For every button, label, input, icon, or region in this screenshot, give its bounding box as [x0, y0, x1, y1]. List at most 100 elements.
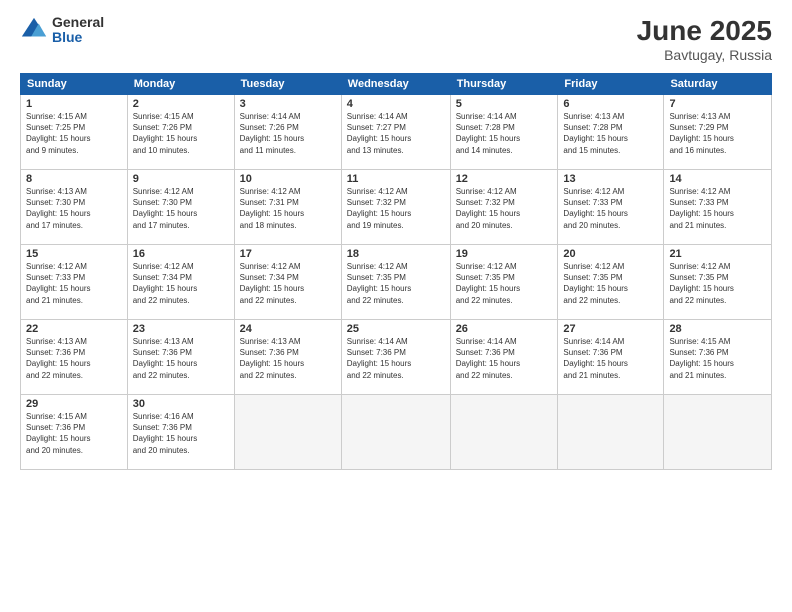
day-number: 11	[347, 173, 445, 185]
calendar-week-row: 22Sunrise: 4:13 AM Sunset: 7:36 PM Dayli…	[21, 320, 772, 395]
day-number: 12	[456, 173, 553, 185]
page: General Blue June 2025 Bavtugay, Russia …	[0, 0, 792, 612]
day-info: Sunrise: 4:14 AM Sunset: 7:36 PM Dayligh…	[456, 336, 553, 381]
day-info: Sunrise: 4:12 AM Sunset: 7:35 PM Dayligh…	[669, 261, 766, 306]
table-row: 17Sunrise: 4:12 AM Sunset: 7:34 PM Dayli…	[234, 245, 341, 320]
day-info: Sunrise: 4:13 AM Sunset: 7:30 PM Dayligh…	[26, 186, 122, 231]
day-number: 5	[456, 98, 553, 110]
day-number: 9	[133, 173, 229, 185]
table-row: 30Sunrise: 4:16 AM Sunset: 7:36 PM Dayli…	[127, 395, 234, 470]
logo-blue: Blue	[52, 30, 104, 45]
header-tuesday: Tuesday	[234, 74, 341, 95]
day-info: Sunrise: 4:14 AM Sunset: 7:36 PM Dayligh…	[563, 336, 658, 381]
table-row: 28Sunrise: 4:15 AM Sunset: 7:36 PM Dayli…	[664, 320, 772, 395]
table-row: 13Sunrise: 4:12 AM Sunset: 7:33 PM Dayli…	[558, 170, 664, 245]
day-number: 7	[669, 98, 766, 110]
table-row: 8Sunrise: 4:13 AM Sunset: 7:30 PM Daylig…	[21, 170, 128, 245]
day-info: Sunrise: 4:14 AM Sunset: 7:26 PM Dayligh…	[240, 111, 336, 156]
day-number: 22	[26, 323, 122, 335]
day-info: Sunrise: 4:15 AM Sunset: 7:25 PM Dayligh…	[26, 111, 122, 156]
calendar-week-row: 8Sunrise: 4:13 AM Sunset: 7:30 PM Daylig…	[21, 170, 772, 245]
logo-text: General Blue	[52, 15, 104, 46]
day-info: Sunrise: 4:12 AM Sunset: 7:31 PM Dayligh…	[240, 186, 336, 231]
table-row: 9Sunrise: 4:12 AM Sunset: 7:30 PM Daylig…	[127, 170, 234, 245]
day-info: Sunrise: 4:12 AM Sunset: 7:33 PM Dayligh…	[563, 186, 658, 231]
table-row: 11Sunrise: 4:12 AM Sunset: 7:32 PM Dayli…	[341, 170, 450, 245]
day-info: Sunrise: 4:14 AM Sunset: 7:28 PM Dayligh…	[456, 111, 553, 156]
table-row: 23Sunrise: 4:13 AM Sunset: 7:36 PM Dayli…	[127, 320, 234, 395]
day-number: 28	[669, 323, 766, 335]
calendar-week-row: 29Sunrise: 4:15 AM Sunset: 7:36 PM Dayli…	[21, 395, 772, 470]
day-info: Sunrise: 4:13 AM Sunset: 7:36 PM Dayligh…	[133, 336, 229, 381]
table-row: 21Sunrise: 4:12 AM Sunset: 7:35 PM Dayli…	[664, 245, 772, 320]
header-sunday: Sunday	[21, 74, 128, 95]
table-row	[664, 395, 772, 470]
logo: General Blue	[20, 15, 104, 46]
day-info: Sunrise: 4:16 AM Sunset: 7:36 PM Dayligh…	[133, 411, 229, 456]
table-row: 1Sunrise: 4:15 AM Sunset: 7:25 PM Daylig…	[21, 95, 128, 170]
day-number: 15	[26, 248, 122, 260]
day-number: 29	[26, 398, 122, 410]
logo-icon	[20, 16, 48, 44]
table-row: 6Sunrise: 4:13 AM Sunset: 7:28 PM Daylig…	[558, 95, 664, 170]
calendar-header-row: Sunday Monday Tuesday Wednesday Thursday…	[21, 74, 772, 95]
day-info: Sunrise: 4:15 AM Sunset: 7:36 PM Dayligh…	[26, 411, 122, 456]
table-row	[234, 395, 341, 470]
title-month: June 2025	[637, 15, 772, 47]
day-info: Sunrise: 4:12 AM Sunset: 7:32 PM Dayligh…	[347, 186, 445, 231]
title-block: June 2025 Bavtugay, Russia	[637, 15, 772, 63]
day-number: 30	[133, 398, 229, 410]
day-info: Sunrise: 4:13 AM Sunset: 7:28 PM Dayligh…	[563, 111, 658, 156]
table-row	[558, 395, 664, 470]
table-row: 10Sunrise: 4:12 AM Sunset: 7:31 PM Dayli…	[234, 170, 341, 245]
header-friday: Friday	[558, 74, 664, 95]
table-row: 20Sunrise: 4:12 AM Sunset: 7:35 PM Dayli…	[558, 245, 664, 320]
title-location: Bavtugay, Russia	[637, 47, 772, 63]
header-monday: Monday	[127, 74, 234, 95]
table-row: 18Sunrise: 4:12 AM Sunset: 7:35 PM Dayli…	[341, 245, 450, 320]
table-row: 29Sunrise: 4:15 AM Sunset: 7:36 PM Dayli…	[21, 395, 128, 470]
day-number: 8	[26, 173, 122, 185]
day-info: Sunrise: 4:13 AM Sunset: 7:36 PM Dayligh…	[26, 336, 122, 381]
calendar-table: Sunday Monday Tuesday Wednesday Thursday…	[20, 73, 772, 470]
day-info: Sunrise: 4:12 AM Sunset: 7:34 PM Dayligh…	[240, 261, 336, 306]
day-number: 6	[563, 98, 658, 110]
table-row: 22Sunrise: 4:13 AM Sunset: 7:36 PM Dayli…	[21, 320, 128, 395]
table-row: 25Sunrise: 4:14 AM Sunset: 7:36 PM Dayli…	[341, 320, 450, 395]
day-info: Sunrise: 4:12 AM Sunset: 7:35 PM Dayligh…	[347, 261, 445, 306]
day-number: 13	[563, 173, 658, 185]
day-info: Sunrise: 4:15 AM Sunset: 7:36 PM Dayligh…	[669, 336, 766, 381]
day-info: Sunrise: 4:13 AM Sunset: 7:29 PM Dayligh…	[669, 111, 766, 156]
day-number: 10	[240, 173, 336, 185]
day-info: Sunrise: 4:12 AM Sunset: 7:32 PM Dayligh…	[456, 186, 553, 231]
day-info: Sunrise: 4:12 AM Sunset: 7:30 PM Dayligh…	[133, 186, 229, 231]
day-info: Sunrise: 4:14 AM Sunset: 7:27 PM Dayligh…	[347, 111, 445, 156]
table-row	[450, 395, 558, 470]
table-row: 14Sunrise: 4:12 AM Sunset: 7:33 PM Dayli…	[664, 170, 772, 245]
table-row: 24Sunrise: 4:13 AM Sunset: 7:36 PM Dayli…	[234, 320, 341, 395]
logo-general: General	[52, 15, 104, 30]
day-number: 16	[133, 248, 229, 260]
day-info: Sunrise: 4:12 AM Sunset: 7:35 PM Dayligh…	[563, 261, 658, 306]
day-number: 2	[133, 98, 229, 110]
day-number: 14	[669, 173, 766, 185]
day-info: Sunrise: 4:12 AM Sunset: 7:35 PM Dayligh…	[456, 261, 553, 306]
table-row	[341, 395, 450, 470]
day-info: Sunrise: 4:12 AM Sunset: 7:34 PM Dayligh…	[133, 261, 229, 306]
day-info: Sunrise: 4:12 AM Sunset: 7:33 PM Dayligh…	[26, 261, 122, 306]
table-row: 16Sunrise: 4:12 AM Sunset: 7:34 PM Dayli…	[127, 245, 234, 320]
table-row: 2Sunrise: 4:15 AM Sunset: 7:26 PM Daylig…	[127, 95, 234, 170]
header-wednesday: Wednesday	[341, 74, 450, 95]
header: General Blue June 2025 Bavtugay, Russia	[20, 15, 772, 63]
table-row: 4Sunrise: 4:14 AM Sunset: 7:27 PM Daylig…	[341, 95, 450, 170]
day-number: 24	[240, 323, 336, 335]
day-number: 1	[26, 98, 122, 110]
table-row: 26Sunrise: 4:14 AM Sunset: 7:36 PM Dayli…	[450, 320, 558, 395]
day-number: 4	[347, 98, 445, 110]
header-saturday: Saturday	[664, 74, 772, 95]
day-number: 27	[563, 323, 658, 335]
day-info: Sunrise: 4:15 AM Sunset: 7:26 PM Dayligh…	[133, 111, 229, 156]
day-number: 18	[347, 248, 445, 260]
day-info: Sunrise: 4:13 AM Sunset: 7:36 PM Dayligh…	[240, 336, 336, 381]
day-info: Sunrise: 4:12 AM Sunset: 7:33 PM Dayligh…	[669, 186, 766, 231]
